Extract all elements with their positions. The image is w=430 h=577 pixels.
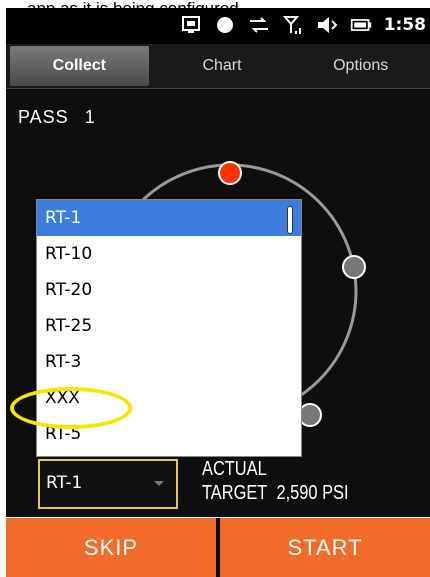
dropdown-item[interactable]: RT-1	[37, 200, 301, 236]
action-bar: SKIP START	[6, 518, 430, 577]
skip-button[interactable]: SKIP	[6, 518, 216, 577]
target-label: TARGET	[202, 482, 268, 504]
tab-options[interactable]: Options	[291, 44, 430, 88]
volume-icon	[316, 14, 338, 36]
dropdown-item[interactable]: RT-10	[37, 236, 301, 272]
record-dot-icon	[214, 14, 236, 36]
target-value: 2,590 PSI	[276, 482, 349, 504]
start-button[interactable]: START	[220, 518, 430, 577]
dropdown-item[interactable]: RT-25	[37, 308, 301, 344]
target-line: TARGET 2,590 PSI	[202, 481, 349, 505]
dropdown-item[interactable]: RT-20	[37, 272, 301, 308]
select-value: RT-1	[46, 473, 83, 493]
screen-sync-icon	[180, 14, 202, 36]
status-bar: 1:58	[6, 8, 430, 44]
tab-bar: Collect Chart Options	[6, 44, 430, 89]
battery-icon	[350, 14, 372, 36]
pressure-readout: ACTUAL TARGET 2,590 PSI	[202, 457, 381, 505]
tab-collect[interactable]: Collect	[10, 46, 149, 86]
chevron-down-icon	[154, 481, 164, 486]
highlight-ellipse	[10, 387, 132, 429]
gauge-point-active[interactable]	[218, 161, 242, 185]
clock-time: 1:58	[383, 15, 426, 35]
signal-icon	[282, 14, 304, 36]
status-icons: 1:58	[180, 14, 426, 36]
gauge-point[interactable]	[298, 403, 322, 427]
dropdown-item[interactable]: RT-3	[37, 344, 301, 380]
actual-label: ACTUAL	[202, 458, 267, 480]
gauge-point[interactable]	[342, 255, 366, 279]
tab-chart[interactable]: Chart	[153, 44, 292, 88]
bolt-select[interactable]: RT-1	[38, 459, 178, 509]
dropdown-scrollbar[interactable]	[287, 206, 293, 234]
data-transfer-icon	[248, 14, 270, 36]
collect-panel: PASS 1 RT-1 RT-10 RT-20 RT-25 RT-3 XXX R…	[6, 89, 430, 517]
